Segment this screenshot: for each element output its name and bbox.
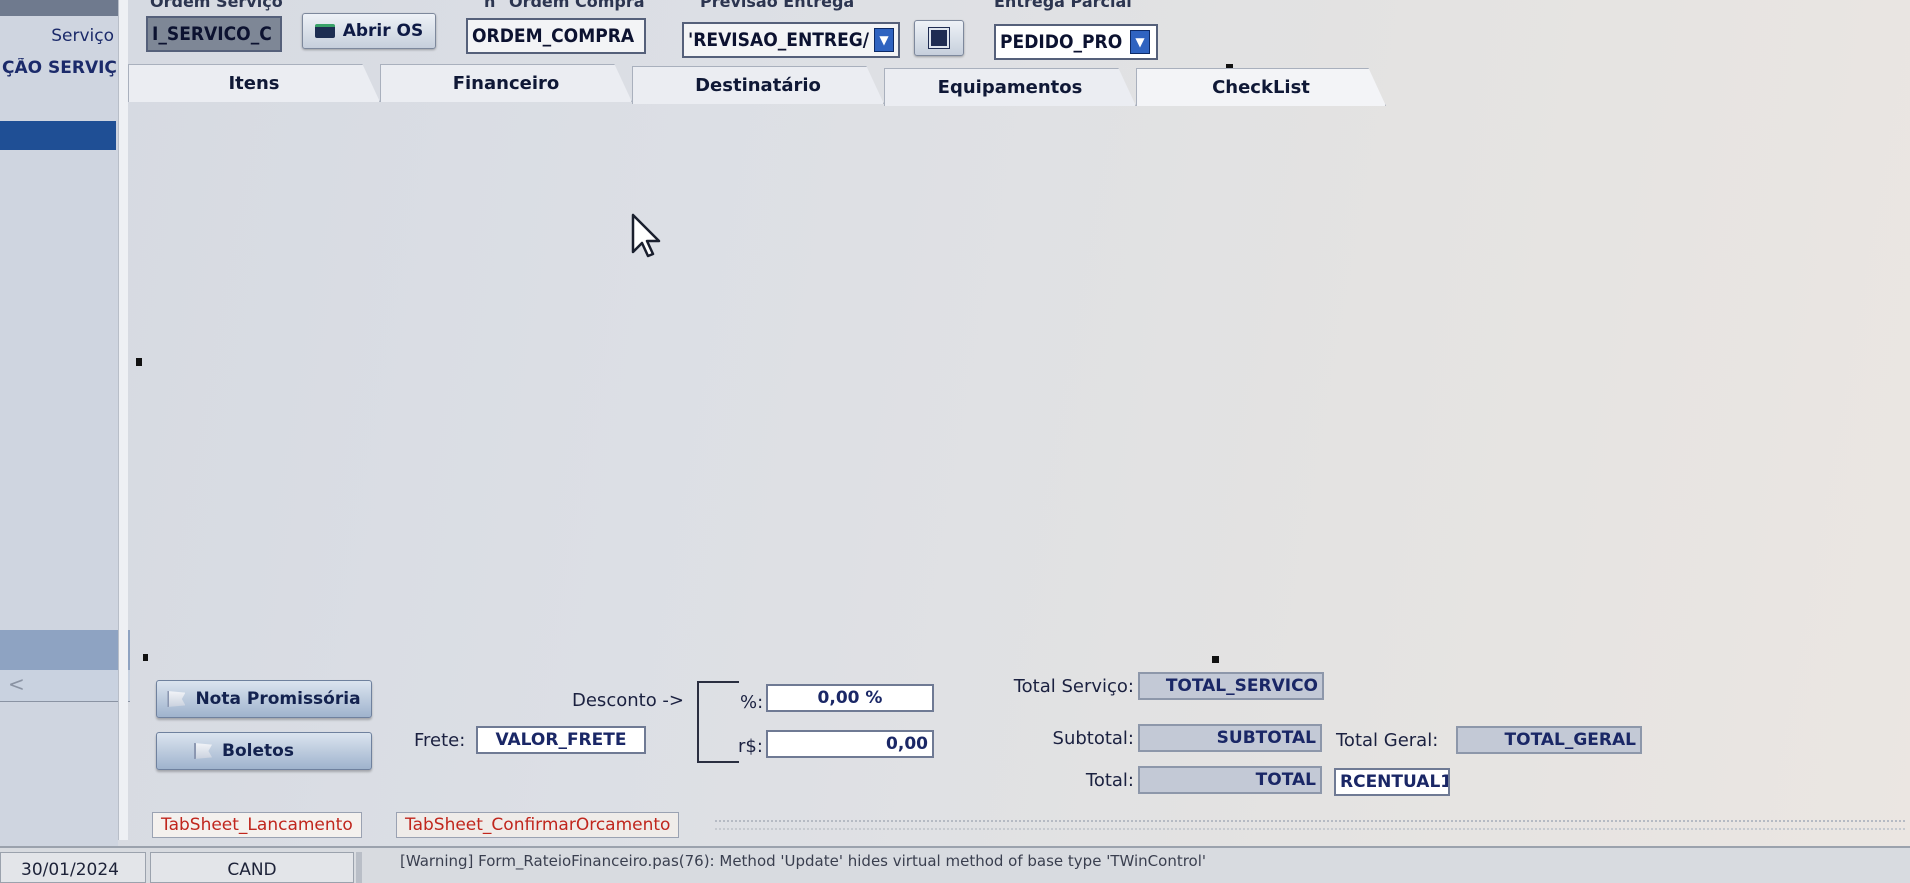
desconto-rs-label: r$: — [738, 736, 763, 757]
subtotal-label: Subtotal: — [1052, 728, 1134, 749]
total-geral-field: TOTAL_GERAL — [1456, 726, 1642, 754]
total-label: Total: — [1085, 770, 1134, 791]
total-servico-label: Total Serviço: — [1013, 676, 1134, 697]
ordem-servico-label: Ordem Serviço — [150, 0, 283, 11]
percentual-field: RCENTUAL1 — [1334, 768, 1450, 796]
nota-promissoria-button[interactable]: Nota Promissória — [156, 680, 372, 718]
tab-checklist[interactable]: CheckList — [1136, 68, 1386, 106]
marker-dot — [143, 654, 148, 661]
total-servico-field: TOTAL_SERVICO — [1138, 672, 1324, 700]
servico-label: Serviço — [51, 26, 114, 46]
nota-promissoria-label: Nota Promissória — [195, 689, 361, 709]
frete-field[interactable]: VALOR_FRETE — [476, 726, 646, 754]
situacao-servico-label: ÇÃO SERVIÇ — [2, 58, 116, 78]
folder-icon — [314, 24, 335, 38]
mouse-pointer-icon — [631, 213, 661, 258]
chevron-down-icon[interactable]: ▼ — [874, 28, 894, 52]
flag-icon — [194, 743, 213, 759]
chevron-down-icon[interactable]: ▼ — [1130, 30, 1150, 54]
boletos-label: Boletos — [222, 741, 294, 761]
left-panel-band — [0, 630, 130, 670]
tab-itens[interactable]: Itens — [128, 64, 380, 102]
subtotal-field: SUBTOTAL — [1138, 724, 1322, 752]
panel-divider — [118, 0, 128, 840]
ordem-servico-field[interactable]: I_SERVICO_C — [146, 16, 282, 52]
desconto-pct-label: %: — [740, 692, 764, 713]
desconto-bracket — [697, 681, 739, 763]
tab-financeiro[interactable]: Financeiro — [380, 64, 632, 102]
sheet-tab-strip — [715, 820, 1905, 830]
previsao-entrega-label: Previsão Entrega — [700, 0, 855, 11]
chevron-left-icon[interactable]: < — [8, 672, 25, 696]
previsao-edit-button[interactable] — [914, 20, 964, 56]
ordem-compra-label: n° Ordem Compra — [484, 0, 645, 11]
marker-dot — [1212, 656, 1219, 663]
previsao-entrega-value: 'REVISAO_ENTREG/ — [688, 29, 870, 51]
tab-equipamentos[interactable]: Equipamentos — [884, 68, 1136, 106]
flag-icon — [167, 691, 186, 707]
entrega-parcial-label: Entrega Parcial — [994, 0, 1132, 11]
frete-label: Frete: — [414, 730, 466, 751]
desconto-pct-field[interactable]: 0,00 % — [766, 684, 934, 712]
abrir-os-button[interactable]: Abrir OS — [302, 13, 436, 49]
boletos-button[interactable]: Boletos — [156, 732, 372, 770]
marker-dot — [136, 358, 142, 366]
desconto-label: Desconto -> — [572, 690, 684, 711]
ordem-compra-field[interactable]: ORDEM_COMPRA — [466, 18, 646, 54]
left-panel-selected-row[interactable] — [0, 121, 116, 150]
sheet-tab-confirmar-orcamento[interactable]: TabSheet_ConfirmarOrcamento — [396, 812, 680, 838]
status-state: CAND — [150, 852, 354, 883]
previsao-entrega-field[interactable]: 'REVISAO_ENTREG/ — [682, 22, 900, 58]
desconto-rs-field[interactable]: 0,00 — [766, 730, 934, 758]
edit-icon — [929, 28, 949, 48]
left-panel-topbar — [0, 0, 118, 16]
warning-message: [Warning] Form_RateioFinanceiro.pas(76):… — [400, 852, 1207, 870]
entrega-parcial-value: PEDIDO_PRO — [1000, 31, 1123, 53]
status-separator — [356, 852, 362, 883]
total-geral-label: Total Geral: — [1336, 730, 1439, 751]
abrir-os-label: Abrir OS — [342, 21, 424, 41]
total-field: TOTAL — [1138, 766, 1322, 794]
status-date: 30/01/2024 — [0, 852, 146, 883]
tab-destinatario[interactable]: Destinatário — [632, 66, 884, 104]
sheet-tab-lancamento[interactable]: TabSheet_Lancamento — [152, 812, 362, 838]
